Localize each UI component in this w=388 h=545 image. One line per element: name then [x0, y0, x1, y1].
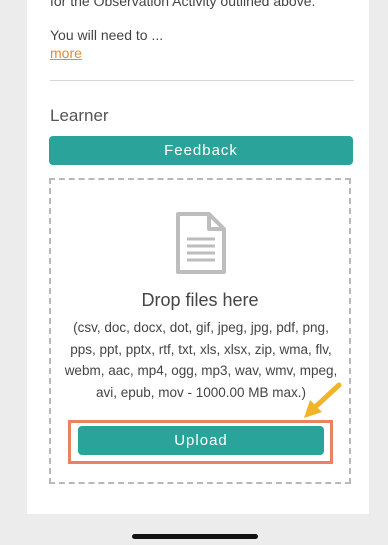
drop-title: Drop files here [141, 290, 259, 310]
need-text: You will need to ... [50, 27, 164, 43]
section-label: Learner [50, 106, 109, 125]
divider [50, 80, 354, 81]
arrow-icon [304, 382, 342, 418]
home-indicator [132, 534, 258, 539]
upload-button[interactable]: Upload [78, 426, 324, 455]
more-link[interactable]: more [50, 45, 82, 61]
accepted-formats: (csv, doc, docx, dot, gif, jpeg, jpg, pd… [64, 320, 338, 400]
feedback-button[interactable]: Feedback [49, 136, 353, 165]
truncated-description: for the Observation Activity outlined ab… [50, 0, 316, 9]
document-icon [176, 212, 226, 274]
